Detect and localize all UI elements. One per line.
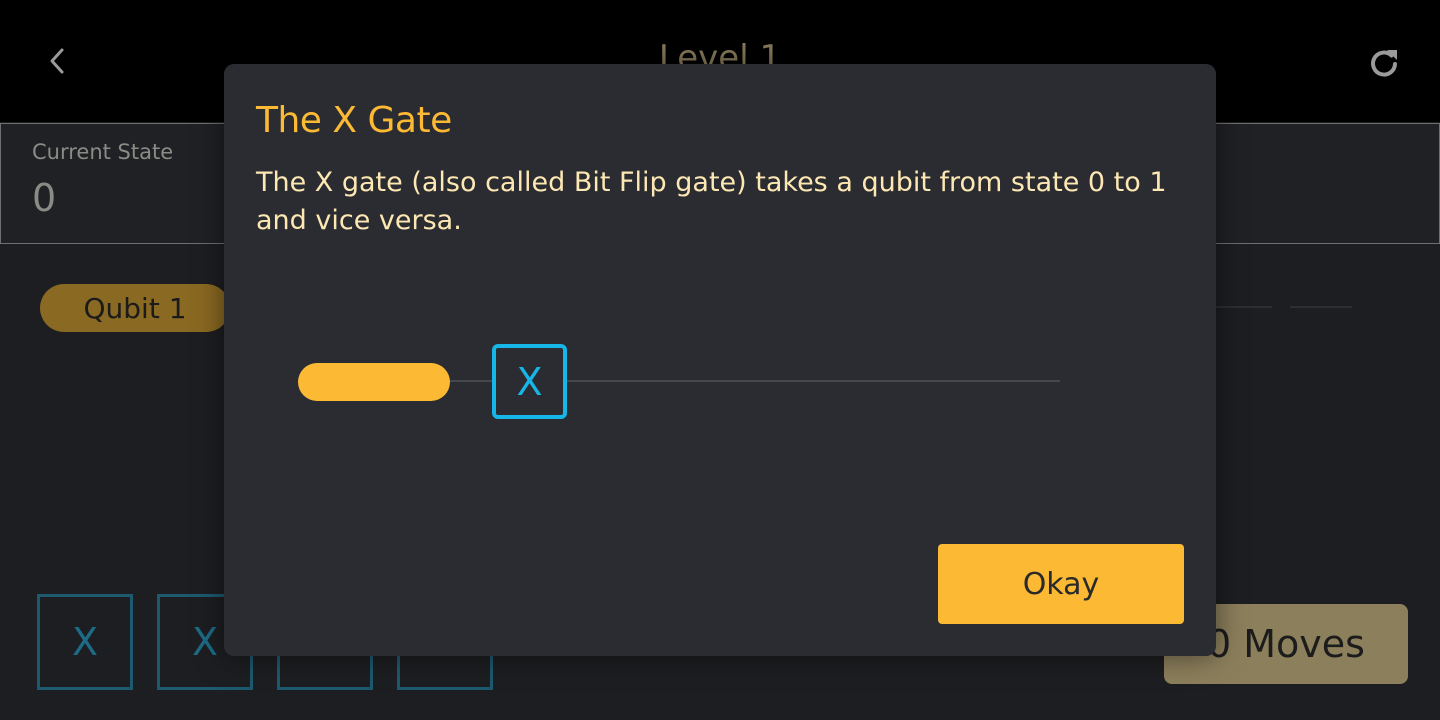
modal-title: The X Gate — [256, 100, 452, 141]
refresh-button[interactable] — [1362, 42, 1406, 86]
tray-gate-x[interactable]: X — [37, 594, 133, 690]
okay-button[interactable]: Okay — [938, 544, 1184, 624]
modal-description: The X gate (also called Bit Flip gate) t… — [256, 167, 1167, 236]
demo-x-gate: X — [492, 344, 567, 419]
gate-info-modal: The X Gate The X gate (also called Bit F… — [224, 64, 1216, 656]
qubit-label: Qubit 1 — [40, 284, 230, 332]
qubit-wire-segment — [1290, 306, 1352, 308]
demo-qubit-pill — [298, 363, 450, 401]
qubit-wire-segment — [1216, 306, 1272, 308]
current-state-value: 0 — [32, 176, 57, 220]
current-state-label: Current State — [32, 140, 174, 164]
refresh-icon — [1371, 50, 1397, 77]
